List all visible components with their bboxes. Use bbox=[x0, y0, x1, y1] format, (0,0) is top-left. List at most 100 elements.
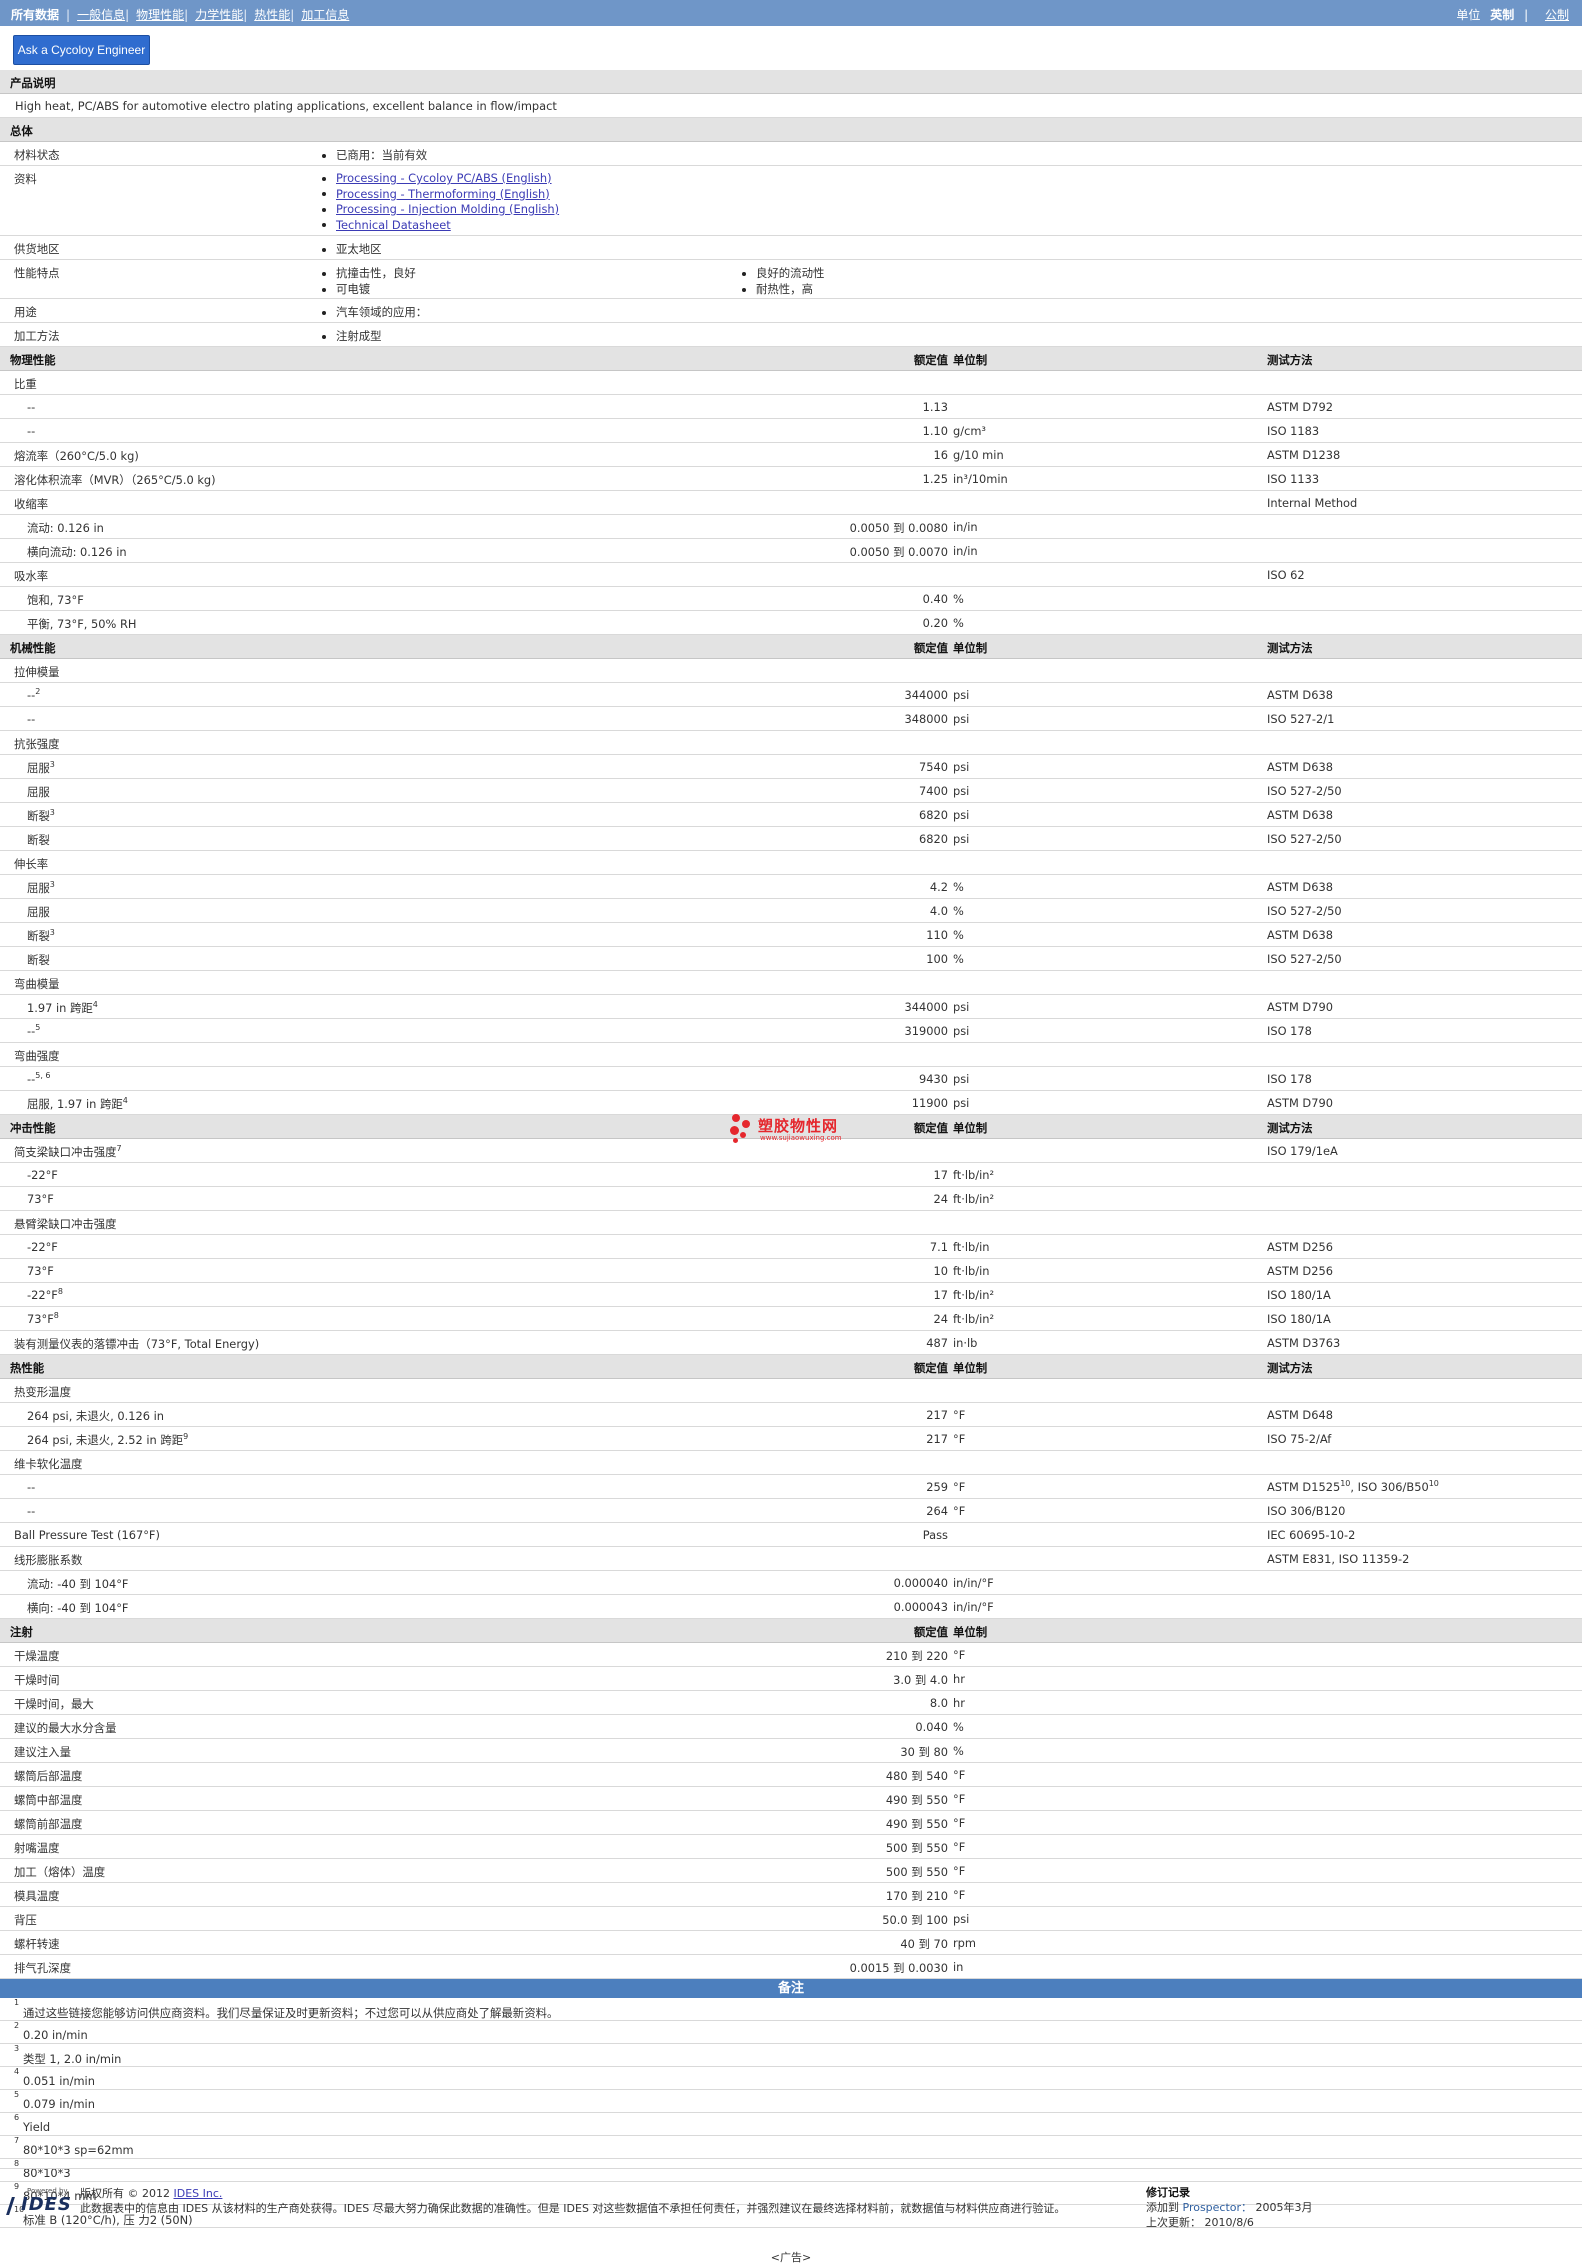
footnote-ref: 8 bbox=[57, 1287, 63, 1297]
property-label-text: -- bbox=[27, 1504, 36, 1518]
property-label: 建议的最大水分含量 bbox=[14, 1720, 117, 1736]
property-row: 维卡软化温度 bbox=[0, 1451, 1582, 1475]
property-label-text: 建议的最大水分含量 bbox=[14, 1721, 117, 1735]
ask-engineer-button[interactable]: Ask a Cycoloy Engineer bbox=[13, 35, 150, 65]
section-header: 注射 额定值 单位制 bbox=[0, 1619, 1582, 1643]
property-row: 收缩率 Internal Method bbox=[0, 491, 1582, 515]
property-label-text: 伸长率 bbox=[14, 857, 49, 871]
nav-item-3[interactable]: 力学性能 bbox=[195, 8, 243, 22]
section-header-description: 产品说明 bbox=[0, 70, 1582, 94]
unit-value: in·lb bbox=[953, 1336, 978, 1350]
revision-history: 修订记录 添加到 Prospector： 2005年3月 上次更新： 2010/… bbox=[1146, 2185, 1313, 2230]
updated-label: 上次更新： bbox=[1146, 2216, 1201, 2229]
nominal-value: 0.20 bbox=[922, 616, 948, 630]
property-label: 模具温度 bbox=[14, 1888, 60, 1904]
resource-link-3[interactable]: Technical Datasheet bbox=[336, 218, 451, 232]
test-method: Internal Method bbox=[1267, 496, 1357, 510]
property-label: 比重 bbox=[14, 376, 37, 392]
property-label-text: 73°F bbox=[27, 1312, 54, 1326]
property-label-text: 简支梁缺口冲击强度 bbox=[14, 1145, 117, 1159]
property-label: -- bbox=[27, 400, 35, 414]
property-label-text: 屈服 bbox=[27, 761, 50, 775]
property-label-text: 264 psi, 未退火, 2.52 in 跨距 bbox=[27, 1433, 184, 1447]
property-row: 断裂3 110% ASTM D638 bbox=[0, 923, 1582, 947]
test-method-text: ISO 527-2/50 bbox=[1267, 784, 1342, 798]
property-label-text: -- bbox=[27, 688, 36, 702]
property-label: --2 bbox=[27, 688, 40, 702]
resource-link-1[interactable]: Processing - Thermoforming (English) bbox=[336, 187, 550, 201]
section-title: 总体 bbox=[10, 124, 33, 138]
test-method: ISO 527-2/50 bbox=[1267, 832, 1342, 846]
property-label-text: 螺筒前部温度 bbox=[14, 1817, 83, 1831]
nav-item-5[interactable]: 加工信息 bbox=[301, 8, 349, 22]
nominal-value: 40 到 70 bbox=[900, 1937, 948, 1951]
property-row: 吸水率 ISO 62 bbox=[0, 563, 1582, 587]
unit-value: °F bbox=[953, 1480, 966, 1494]
test-method-text: ASTM D792 bbox=[1267, 400, 1333, 414]
unit-value: psi bbox=[953, 784, 970, 798]
property-label-text: Ball Pressure Test (167°F) bbox=[14, 1528, 160, 1542]
nominal-value: 344000 bbox=[904, 1000, 948, 1014]
nav-item-1[interactable]: 一般信息 bbox=[77, 8, 125, 22]
test-method-text: ASTM D790 bbox=[1267, 1000, 1333, 1014]
test-method: ISO 527-2/50 bbox=[1267, 952, 1342, 966]
property-row: Ball Pressure Test (167°F) Pass IEC 60695-… bbox=[0, 1523, 1582, 1547]
test-method-text: ASTM D638 bbox=[1267, 688, 1333, 702]
resources-row: 资料 Processing - Cycoloy PC/ABS (English) P… bbox=[0, 166, 1582, 236]
ides-link[interactable]: IDES Inc. bbox=[174, 2187, 223, 2200]
unit-value: hr bbox=[953, 1696, 965, 1710]
property-label: 干燥时间 bbox=[14, 1672, 60, 1688]
test-method-text: ASTM D790 bbox=[1267, 1096, 1333, 1110]
resource-link[interactable]: Technical Datasheet bbox=[322, 218, 451, 232]
property-label: 建议注入量 bbox=[14, 1744, 71, 1760]
resource-link[interactable]: Processing - Thermoforming (English) bbox=[322, 187, 550, 201]
property-label-text: 吸水率 bbox=[14, 569, 49, 583]
resource-link-0[interactable]: Processing - Cycoloy PC/ABS (English) bbox=[336, 171, 552, 185]
note-row: 2 0.20 in/min bbox=[0, 2021, 1582, 2044]
property-row: 螺筒中部温度 490 到 550 °F bbox=[0, 1787, 1582, 1811]
nominal-value: 170 到 210 bbox=[885, 1889, 948, 1903]
test-method-text: ISO 527-2/50 bbox=[1267, 832, 1342, 846]
resource-link-2[interactable]: Processing - Injection Molding (English) bbox=[336, 202, 559, 216]
test-method: ASTM D3763 bbox=[1267, 1336, 1340, 1350]
test-method: ISO 527-2/1 bbox=[1267, 712, 1334, 726]
property-label-text: 平衡, 73°F, 50% RH bbox=[27, 617, 137, 631]
nominal-value: 6820 bbox=[919, 832, 948, 846]
nominal-value: 500 到 550 bbox=[885, 1841, 948, 1855]
unit-value: psi bbox=[953, 1912, 970, 1926]
units-english[interactable]: 英制 bbox=[1490, 8, 1514, 22]
feature-item: 耐热性，高 bbox=[742, 281, 813, 297]
nav-item-0[interactable]: 所有数据 bbox=[11, 8, 59, 22]
property-label-text: 屈服, 1.97 in 跨距 bbox=[27, 1097, 123, 1111]
property-row: 熔流率（260°C/5.0 kg) 16 g/10 min ASTM D1238 bbox=[0, 443, 1582, 467]
property-row: 横向流动: 0.126 in 0.0050 到 0.0070 in/in bbox=[0, 539, 1582, 563]
property-label-text: 排气孔深度 bbox=[14, 1961, 71, 1975]
unit-value: ft·lb/in bbox=[953, 1264, 990, 1278]
property-row: -- 348000 psi ISO 527-2/1 bbox=[0, 707, 1582, 731]
resource-link[interactable]: Processing - Cycoloy PC/ABS (English) bbox=[322, 171, 552, 185]
section-header: 热性能 额定值 单位制 测试方法 bbox=[0, 1355, 1582, 1379]
test-method: ISO 306/B120 bbox=[1267, 1504, 1345, 1518]
nominal-value: 487 bbox=[926, 1336, 948, 1350]
ad-label: <广告> bbox=[770, 2251, 812, 2264]
units-metric-link[interactable]: 公制 bbox=[1545, 8, 1569, 22]
test-method: ASTM D638 bbox=[1267, 928, 1333, 942]
property-row: 悬臂梁缺口冲击强度 bbox=[0, 1211, 1582, 1235]
property-label: 吸水率 bbox=[14, 568, 48, 584]
row-label: 资料 bbox=[14, 172, 37, 186]
property-label: 抗张强度 bbox=[14, 736, 60, 752]
footnote-ref: 8 bbox=[53, 1311, 59, 1321]
description-text: High heat, PC/ABS for automotive electro… bbox=[15, 99, 557, 113]
resource-link[interactable]: Processing - Injection Molding (English) bbox=[322, 202, 559, 216]
property-label: 流动: 0.126 in bbox=[27, 520, 104, 536]
nav-item-4[interactable]: 热性能 bbox=[254, 8, 290, 22]
uses-value: 汽车领域的应用： bbox=[322, 304, 427, 320]
property-label-text: 264 psi, 未退火, 0.126 in bbox=[27, 1409, 164, 1423]
property-label-text: 断裂 bbox=[27, 833, 50, 847]
unit-value: % bbox=[953, 880, 964, 894]
property-label: -22°F bbox=[27, 1240, 58, 1254]
property-label: 横向: -40 到 104°F bbox=[27, 1600, 128, 1616]
note-number: 5 bbox=[14, 2090, 20, 2099]
property-label: -- bbox=[27, 1480, 35, 1494]
nav-item-2[interactable]: 物理性能 bbox=[136, 8, 184, 22]
